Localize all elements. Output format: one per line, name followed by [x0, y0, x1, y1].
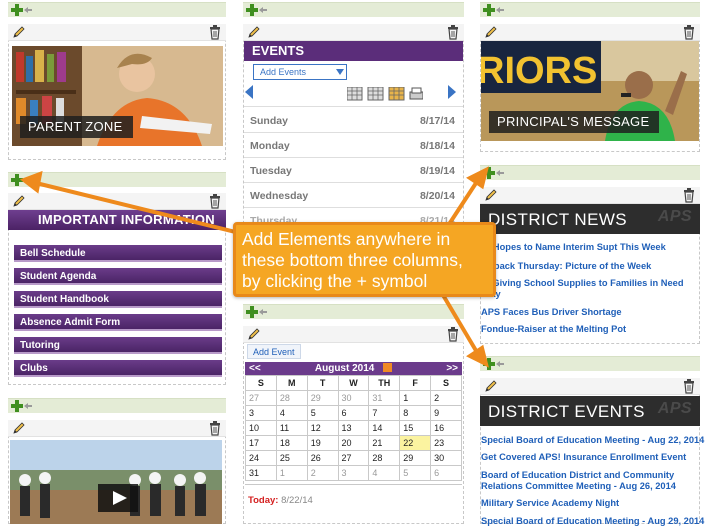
callout-line: Add Elements anywhere in: [242, 229, 451, 249]
arrow-head: [466, 166, 489, 190]
arrow-to-left-plus: [35, 181, 261, 240]
arrow-head: [466, 344, 489, 368]
callout-line: these bottom three columns,: [242, 250, 463, 270]
callout-line: by clicking the + symbol: [242, 271, 428, 291]
instruction-callout: Add Elements anywhere in these bottom th…: [233, 222, 496, 297]
arrow-head: [19, 170, 43, 194]
arrow-to-bottom-plus: [438, 288, 480, 356]
